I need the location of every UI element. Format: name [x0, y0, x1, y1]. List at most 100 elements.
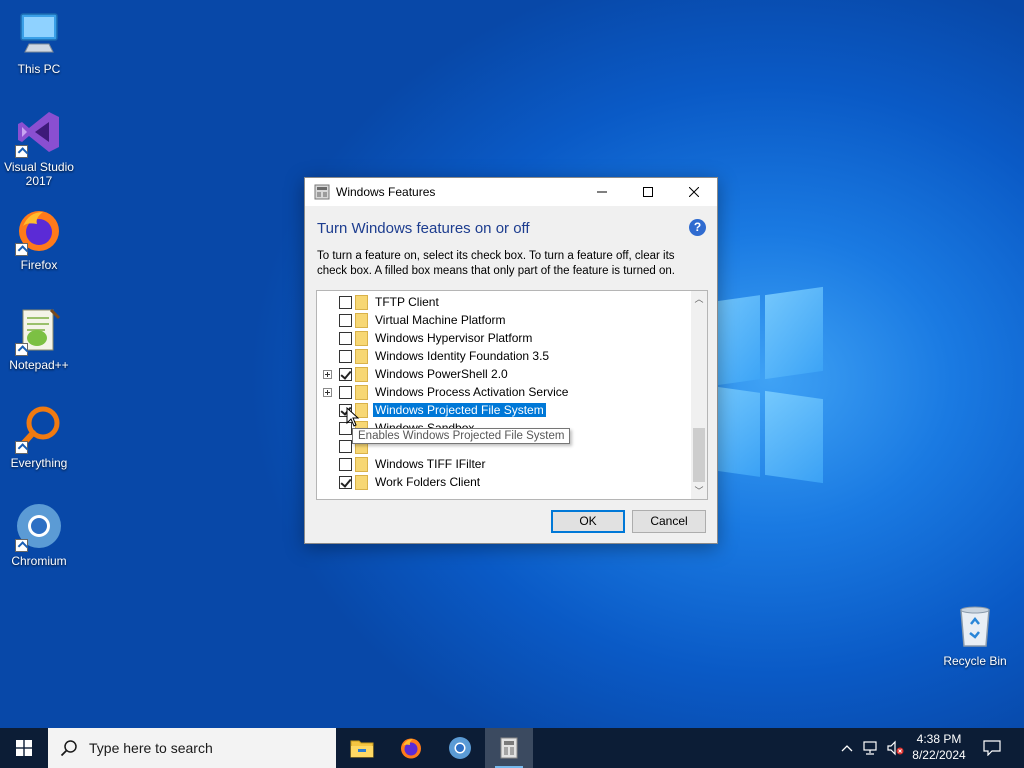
- feature-row[interactable]: TFTP Client: [317, 293, 692, 311]
- dialog-heading-row: Turn Windows features on or off: [305, 206, 717, 240]
- shortcut-arrow-icon: [15, 145, 28, 158]
- desktop-icon-label: Notepad++: [9, 358, 69, 372]
- taskbar-chromium[interactable]: [436, 728, 484, 768]
- minimize-icon: [597, 191, 607, 193]
- windows-features-icon: [314, 184, 330, 200]
- desktop-icon-visual-studio[interactable]: Visual Studio 2017: [1, 108, 77, 188]
- clock-date: 8/22/2024: [912, 748, 966, 762]
- vertical-scrollbar[interactable]: ︿ ﹀: [691, 291, 707, 499]
- feature-label: Work Folders Client: [375, 475, 481, 489]
- folder-icon: [355, 295, 368, 310]
- scroll-down-icon[interactable]: ﹀: [691, 483, 707, 499]
- shortcut-arrow-icon: [15, 441, 28, 454]
- desktop-icon-recycle-bin[interactable]: Recycle Bin: [937, 602, 1013, 668]
- network-button[interactable]: [860, 728, 882, 768]
- notifications-button[interactable]: [978, 728, 1006, 768]
- feature-row[interactable]: Windows PowerShell 2.0: [317, 365, 692, 383]
- dialog-title: Windows Features: [336, 185, 436, 199]
- cancel-button[interactable]: Cancel: [632, 510, 706, 533]
- computer-icon: [15, 10, 63, 58]
- folder-icon: [355, 457, 368, 472]
- notification-center-icon: [983, 740, 1001, 756]
- feature-checkbox[interactable]: [339, 386, 352, 399]
- folder-icon: [355, 385, 368, 400]
- feature-row[interactable]: Windows Process Activation Service: [317, 383, 692, 401]
- ok-button[interactable]: OK: [551, 510, 625, 533]
- feature-label: Virtual Machine Platform: [375, 313, 506, 327]
- visual-studio-icon: [15, 108, 63, 158]
- feature-row[interactable]: Windows Projected File System: [317, 401, 692, 419]
- feature-label: Windows Projected File System: [373, 403, 546, 417]
- feature-checkbox[interactable]: [339, 332, 352, 345]
- desktop-icon-label: Visual Studio 2017: [4, 160, 74, 188]
- feature-tooltip: Enables Windows Projected File System: [352, 428, 571, 444]
- shortcut-arrow-icon: [15, 243, 28, 256]
- feature-row[interactable]: Windows Hypervisor Platform: [317, 329, 692, 347]
- feature-checkbox[interactable]: [339, 350, 352, 363]
- everything-search-icon: [15, 404, 63, 454]
- dialog-titlebar[interactable]: Windows Features: [305, 178, 717, 206]
- feature-label: Windows Process Activation Service: [375, 385, 569, 399]
- firefox-icon: [15, 206, 63, 256]
- feature-row[interactable]: Windows Identity Foundation 3.5: [317, 347, 692, 365]
- expand-icon[interactable]: [323, 370, 332, 379]
- feature-checkbox[interactable]: [339, 368, 352, 381]
- folder-icon: [355, 367, 368, 382]
- maximize-button[interactable]: [625, 178, 671, 206]
- scroll-up-icon[interactable]: ︿: [691, 291, 707, 307]
- firefox-icon: [401, 738, 421, 759]
- show-hidden-icons-button[interactable]: [838, 728, 856, 768]
- feature-checkbox[interactable]: [339, 476, 352, 489]
- recycle-bin-icon: [951, 602, 999, 650]
- desktop-icon-label: Recycle Bin: [943, 654, 1007, 668]
- feature-checkbox[interactable]: [339, 296, 352, 309]
- taskbar-file-explorer[interactable]: [338, 728, 386, 768]
- feature-label: Windows Identity Foundation 3.5: [375, 349, 550, 363]
- network-icon: [863, 741, 877, 755]
- desktop-icon-notepadpp[interactable]: Notepad++: [1, 306, 77, 372]
- shortcut-arrow-icon: [15, 343, 28, 356]
- desktop-icon-label: Everything: [10, 456, 68, 470]
- desktop-icon-label: Chromium: [11, 554, 67, 568]
- windows-features-dialog: Windows Features Turn Windows features o…: [304, 177, 718, 544]
- chromium-icon: [15, 502, 63, 552]
- dialog-heading: Turn Windows features on or off: [317, 220, 530, 237]
- feature-label: Windows Hypervisor Platform: [375, 331, 533, 345]
- taskbar-firefox[interactable]: [387, 728, 435, 768]
- feature-checkbox[interactable]: [339, 314, 352, 327]
- folder-icon: [355, 475, 368, 490]
- feature-row[interactable]: Virtual Machine Platform: [317, 311, 692, 329]
- help-icon[interactable]: ?: [689, 219, 706, 236]
- desktop-icon-this-pc[interactable]: This PC: [1, 10, 77, 76]
- folder-icon: [355, 313, 368, 328]
- desktop-icon-chromium[interactable]: Chromium: [1, 502, 77, 568]
- desktop-icon-label: Firefox: [20, 258, 58, 272]
- desktop-icon-firefox[interactable]: Firefox: [1, 206, 77, 272]
- clock-time: 4:38 PM: [916, 732, 962, 746]
- dialog-description: To turn a feature on, select its check b…: [317, 250, 675, 277]
- scrollbar-thumb[interactable]: [693, 428, 705, 482]
- feature-label: Windows PowerShell 2.0: [375, 367, 508, 381]
- close-icon: [689, 187, 699, 197]
- taskbar-clock[interactable]: 4:38 PM 8/22/2024: [898, 731, 980, 763]
- search-icon: [60, 740, 77, 757]
- feature-checkbox[interactable]: [339, 440, 352, 453]
- start-button[interactable]: [0, 728, 48, 768]
- taskbar: Type here to search 4:38 PM 8/22/2024: [0, 728, 1024, 768]
- folder-icon: [355, 349, 368, 364]
- desktop-icon-label: This PC: [17, 62, 61, 76]
- taskbar-search-box[interactable]: Type here to search: [48, 728, 336, 768]
- folder-icon: [355, 331, 368, 346]
- chevron-up-icon: [841, 745, 853, 752]
- windows-features-icon: [500, 737, 518, 759]
- close-button[interactable]: [671, 178, 717, 206]
- features-tree[interactable]: TFTP Client Virtual Machine Platform Windo…: [316, 290, 708, 500]
- mouse-cursor-icon: [346, 407, 360, 427]
- feature-row[interactable]: Work Folders Client: [317, 473, 692, 491]
- expand-icon[interactable]: [323, 388, 332, 397]
- minimize-button[interactable]: [579, 178, 625, 206]
- feature-checkbox[interactable]: [339, 458, 352, 471]
- desktop-icon-everything[interactable]: Everything: [1, 404, 77, 470]
- feature-row[interactable]: Windows TIFF IFilter: [317, 455, 692, 473]
- taskbar-windows-features[interactable]: [485, 728, 533, 768]
